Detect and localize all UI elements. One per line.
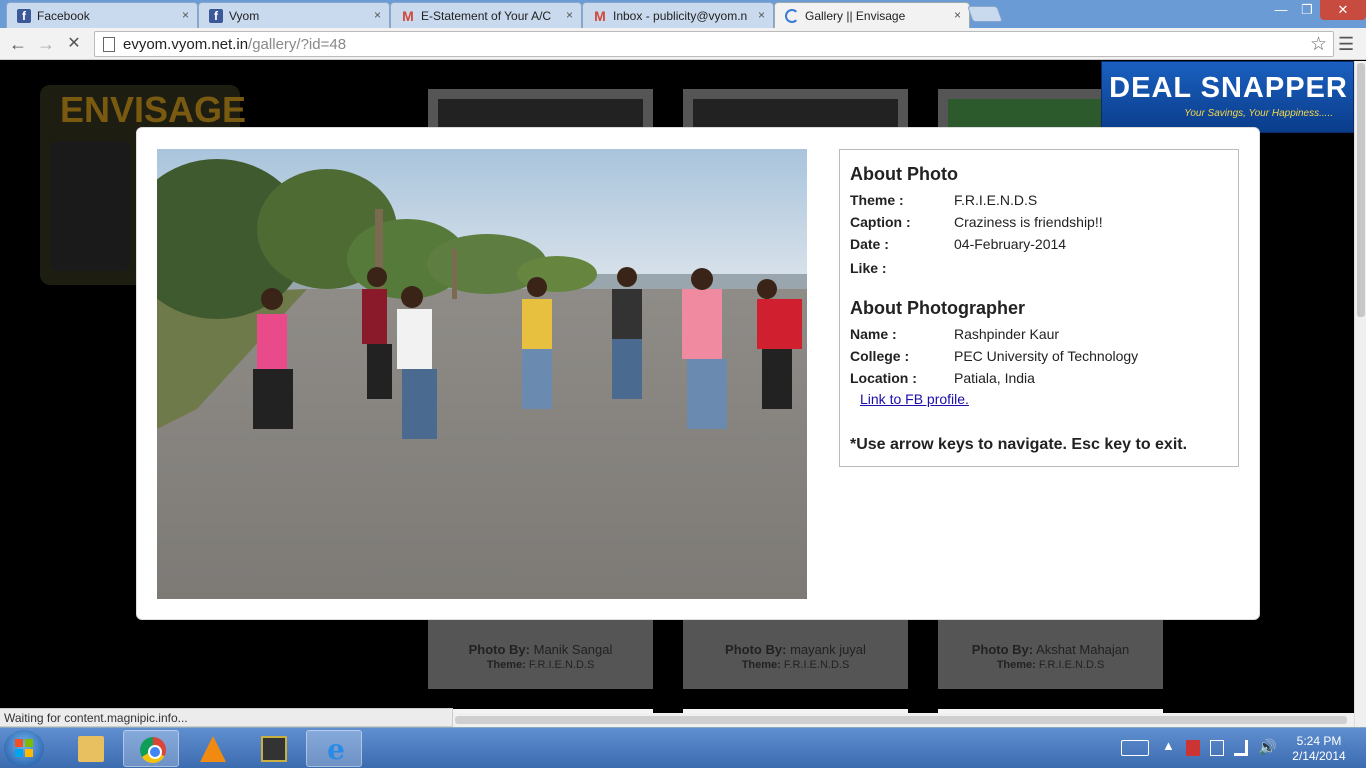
ad-title: DEAL SNAPPER xyxy=(1109,72,1348,104)
camera-image xyxy=(50,141,130,271)
system-clock[interactable]: 5:24 PM 2/14/2014 xyxy=(1284,734,1354,764)
close-icon[interactable]: × xyxy=(566,8,573,22)
close-icon[interactable]: × xyxy=(758,8,765,22)
theme-row: Theme : F.R.I.E.N.D.S xyxy=(850,192,1038,208)
location-row: Location : Patiala, India xyxy=(850,370,1035,386)
status-bubble: Waiting for content.magnipic.info... xyxy=(0,708,453,727)
network-signal-icon[interactable] xyxy=(1234,740,1248,756)
chrome-icon xyxy=(140,737,166,763)
navigation-hint: *Use arrow keys to navigate. Esc key to … xyxy=(850,436,1188,453)
horizontal-scrollbar[interactable] xyxy=(453,713,1354,727)
windows-explorer-icon xyxy=(78,736,104,762)
friends-photo-image xyxy=(157,149,807,599)
loading-icon xyxy=(785,9,799,23)
page-icon xyxy=(103,37,115,52)
windows-taskbar: e ▲ 🔊 5:24 PM 2/14/2014 xyxy=(0,727,1366,768)
tab-label: E-Statement of Your A/C xyxy=(421,9,552,23)
caption-row: Caption : Craziness is friendship!! xyxy=(850,214,1103,230)
close-icon[interactable]: × xyxy=(374,8,381,22)
card-theme: Theme: F.R.I.E.N.D.S xyxy=(741,659,850,671)
gallery-photo[interactable] xyxy=(157,149,807,599)
tab-facebook[interactable]: f Facebook × xyxy=(6,2,198,28)
battery-icon[interactable] xyxy=(1210,740,1224,756)
internet-explorer-icon: e xyxy=(327,733,345,766)
facebook-icon: f xyxy=(209,9,223,23)
ad-tagline: Your Savings, Your Happiness..... xyxy=(1184,108,1333,119)
forward-arrow-icon[interactable]: → xyxy=(34,32,58,56)
scrollbar-thumb[interactable] xyxy=(455,716,1347,724)
keyboard-icon[interactable] xyxy=(1121,740,1149,756)
url-host: evyom.vyom.net.in xyxy=(123,36,249,53)
volume-icon[interactable]: 🔊 xyxy=(1258,738,1277,756)
college-row: College : PEC University of Technology xyxy=(850,348,1139,364)
like-row: Like : xyxy=(850,260,887,276)
photo-info-panel: About Photo Theme : F.R.I.E.N.D.S Caption… xyxy=(839,149,1239,467)
vertical-scrollbar[interactable] xyxy=(1354,61,1366,727)
minimize-button[interactable]: — xyxy=(1268,0,1294,20)
gmail-icon: M xyxy=(594,8,606,24)
page-viewport: ENVISAGE Photo By: Manik Sangal Theme: F… xyxy=(0,61,1354,727)
card-photographer: Photo By: Manik Sangal xyxy=(468,642,613,657)
close-window-button[interactable]: ✕ xyxy=(1320,0,1366,20)
back-arrow-icon[interactable]: ← xyxy=(6,32,30,56)
gmail-icon: M xyxy=(402,8,414,24)
clock-time: 5:24 PM xyxy=(1296,734,1342,748)
taskbar-vlc[interactable] xyxy=(184,730,240,767)
tab-vyom[interactable]: f Vyom × xyxy=(198,2,390,28)
taskbar-chrome[interactable] xyxy=(123,730,179,767)
maximize-button[interactable]: ❐ xyxy=(1294,0,1320,20)
windows-logo-icon xyxy=(15,739,33,757)
tab-label: Vyom xyxy=(229,9,260,23)
facebook-icon: f xyxy=(17,9,31,23)
fb-profile-link[interactable]: Link to FB profile. xyxy=(860,391,969,407)
stop-icon[interactable]: ✕ xyxy=(62,32,86,56)
taskbar-ie[interactable]: e xyxy=(306,730,362,767)
vlc-icon xyxy=(200,736,226,762)
start-button[interactable] xyxy=(4,730,44,767)
tab-label: Facebook xyxy=(37,9,90,23)
about-photographer-heading: About Photographer xyxy=(850,298,1025,318)
address-bar[interactable]: evyom.vyom.net.in/gallery/?id=48 ☆ xyxy=(94,31,1334,57)
action-center-icon[interactable] xyxy=(1186,740,1200,756)
tab-estatement[interactable]: M E-Statement of Your A/C × xyxy=(390,2,582,28)
logo-text: ENVISAGE xyxy=(60,89,247,130)
deal-snapper-ad[interactable]: DEAL SNAPPER Your Savings, Your Happines… xyxy=(1101,61,1354,133)
close-icon[interactable]: × xyxy=(182,8,189,22)
card-theme: Theme: F.R.I.E.N.D.S xyxy=(486,659,595,671)
photo-lightbox: About Photo Theme : F.R.I.E.N.D.S Caption… xyxy=(136,127,1260,620)
tab-strip: f Facebook × f Vyom × M E-Statement of Y… xyxy=(0,0,1366,28)
close-icon[interactable]: × xyxy=(954,8,961,22)
taskbar-media-player[interactable] xyxy=(245,730,301,767)
new-tab-button[interactable] xyxy=(967,6,1003,22)
about-photo-heading: About Photo xyxy=(850,164,958,184)
taskbar-explorer[interactable] xyxy=(62,730,118,767)
card-photographer: Photo By: Akshat Mahajan xyxy=(971,642,1130,657)
media-player-icon xyxy=(261,736,287,762)
url-path: /gallery/?id=48 xyxy=(248,36,347,53)
clock-date: 2/14/2014 xyxy=(1292,749,1346,763)
name-row: Name : Rashpinder Kaur xyxy=(850,326,1060,342)
scrollbar-thumb[interactable] xyxy=(1357,63,1365,317)
card-photographer: Photo By: mayank juyal xyxy=(725,642,866,657)
tab-label: Inbox - publicity@vyom.n xyxy=(613,9,748,23)
tab-gallery[interactable]: Gallery || Envisage × xyxy=(774,2,970,28)
menu-icon[interactable]: ☰ xyxy=(1338,34,1354,55)
tab-label: Gallery || Envisage xyxy=(805,9,906,23)
bookmark-star-icon[interactable]: ☆ xyxy=(1310,33,1327,56)
show-hidden-icons-icon[interactable]: ▲ xyxy=(1162,738,1175,753)
card-theme: Theme: F.R.I.E.N.D.S xyxy=(996,659,1105,671)
browser-toolbar: ← → ✕ evyom.vyom.net.in/gallery/?id=48 ☆… xyxy=(0,28,1366,60)
date-row: Date :04-February-2014 xyxy=(850,236,1067,252)
tab-inbox[interactable]: M Inbox - publicity@vyom.n × xyxy=(582,2,774,28)
